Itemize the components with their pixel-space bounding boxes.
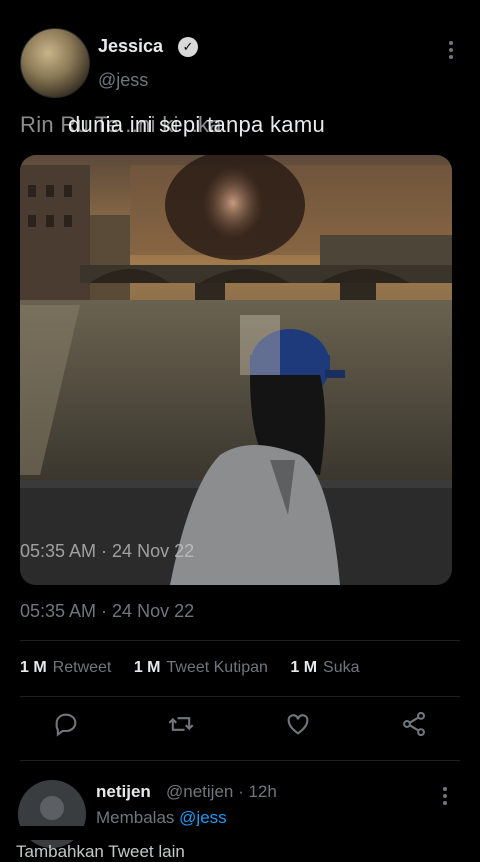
author-handle[interactable]: @jess (98, 70, 148, 91)
tweet-timestamp: 05:35 AM · 24 Nov 22 (20, 601, 195, 621)
tweet-stats: 1 M Retweet 1 M Tweet Kutipan 1 M Suka (20, 659, 378, 677)
tweet-actions (20, 710, 460, 746)
heart-icon[interactable] (284, 710, 320, 746)
reply-meta: @netijen · 12h (166, 782, 277, 801)
replying-to-link[interactable]: @jess (179, 808, 227, 827)
more-vertical-icon[interactable] (442, 786, 448, 806)
tweet-text: Rin Ru Te ..ni ki ..ka dunia ini sepi ta… (20, 112, 460, 138)
reply-fade (0, 826, 480, 840)
stat-quotes[interactable]: 1 M Tweet Kutipan (134, 659, 268, 676)
author-avatar[interactable] (20, 28, 90, 98)
retweet-icon[interactable] (166, 710, 202, 746)
reply-author-name[interactable]: netijen (96, 782, 151, 802)
stat-retweets[interactable]: 1 M Retweet (20, 659, 111, 676)
comment-icon[interactable] (52, 710, 88, 746)
divider (20, 640, 460, 641)
more-vertical-icon[interactable] (448, 40, 454, 60)
tweet-header: Jessica ✓ @jess (20, 28, 460, 98)
replying-prefix: Membalas (96, 808, 175, 827)
stat-likes[interactable]: 1 M Suka (290, 659, 359, 676)
divider (20, 760, 460, 761)
author-name[interactable]: Jessica (98, 36, 163, 57)
tweet-media[interactable]: 05:35 AM · 24 Nov 22 (20, 155, 452, 585)
divider (20, 696, 460, 697)
add-tweet-prompt[interactable]: Tambahkan Tweet lain (16, 842, 185, 862)
replying-to: Membalas @jess (96, 808, 227, 828)
share-icon[interactable] (400, 710, 436, 746)
verified-badge-icon: ✓ (178, 37, 198, 57)
ghost-timestamp: 05:35 AM · 24 Nov 22 (20, 541, 195, 561)
tweet-ghost-text: Rin Ru Te ..ni ki ..ka (20, 112, 222, 137)
